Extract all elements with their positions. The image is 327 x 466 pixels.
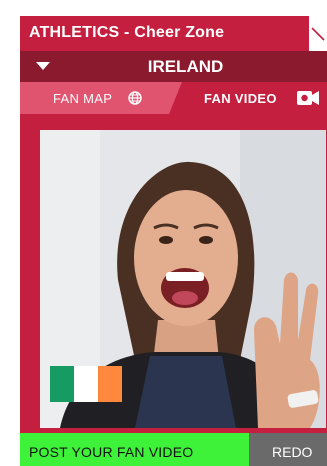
tab-fan-map[interactable]: FAN MAP [20, 82, 182, 114]
post-fan-video-button[interactable]: POST YOUR FAN VIDEO [20, 433, 249, 466]
tab-bar: FAN MAP FAN VIDEO [20, 82, 327, 114]
video-camera-icon [297, 91, 319, 105]
selected-country: IRELAND [147, 57, 224, 76]
flag-stripe-white [74, 366, 98, 402]
fan-video-preview [40, 130, 326, 428]
title-bar: ATHLETICS - Cheer Zone [20, 16, 327, 51]
redo-button[interactable]: REDO [249, 433, 327, 466]
globe-icon [128, 91, 142, 105]
close-icon[interactable] [310, 26, 326, 42]
tab-fan-map-label: FAN MAP [53, 91, 113, 106]
cheer-zone-panel: ATHLETICS - Cheer Zone IRELAND FAN MAP F… [20, 16, 327, 466]
country-selector[interactable]: IRELAND [20, 51, 327, 82]
tab-fan-video[interactable]: FAN VIDEO [182, 82, 327, 114]
panel-title: ATHLETICS - Cheer Zone [29, 24, 225, 41]
flag-stripe-orange [98, 366, 122, 402]
post-fan-video-label: POST YOUR FAN VIDEO [29, 444, 194, 460]
tab-fan-video-label: FAN VIDEO [204, 91, 277, 106]
ireland-flag [50, 366, 122, 402]
flag-stripe-green [50, 366, 74, 402]
redo-label: REDO [272, 444, 313, 460]
action-bar: POST YOUR FAN VIDEO REDO [20, 433, 327, 466]
close-button[interactable] [309, 16, 327, 51]
